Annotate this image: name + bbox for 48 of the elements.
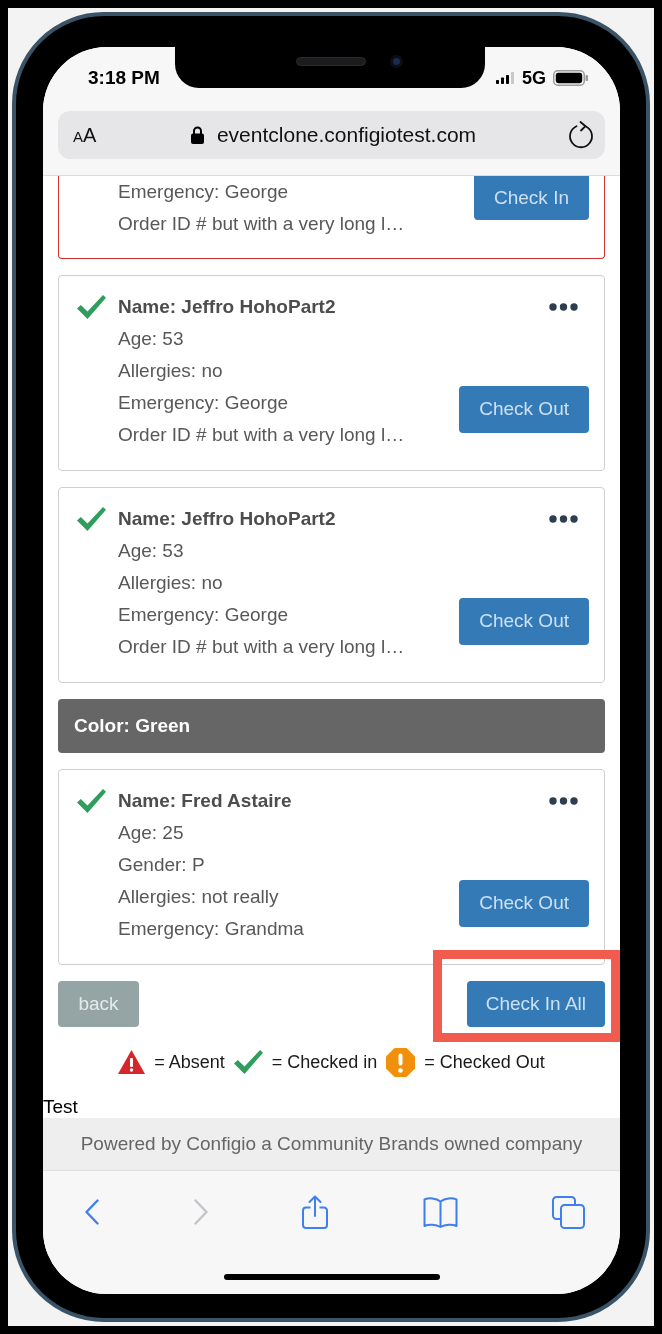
reload-icon[interactable] [568, 121, 594, 149]
attendee-detail: Emergency: George [118, 391, 290, 415]
warning-icon [118, 1050, 146, 1074]
attendee-detail: Age: 53 [118, 539, 185, 563]
powered-by-footer: Powered by Configio a Community Brands owned company [43, 1118, 620, 1170]
address-bar[interactable]: AA eventclone.configiotest.com [58, 111, 605, 159]
more-icon[interactable] [549, 303, 578, 311]
card-action-button[interactable]: Check Out [459, 386, 589, 433]
book-icon[interactable] [422, 1196, 458, 1228]
url-text: eventclone.configiotest.com [216, 123, 477, 147]
attendee-detail: Emergency: George [118, 603, 290, 627]
alert-octagon-icon [386, 1047, 416, 1077]
attendee-detail: Age: 53 [118, 327, 185, 351]
back-icon[interactable] [85, 1199, 99, 1225]
check-icon [233, 1050, 263, 1074]
battery-icon [553, 70, 588, 86]
attendee-detail: Order ID # but with a very long l… [118, 423, 406, 447]
card-action-button[interactable]: Check Out [459, 598, 589, 645]
attendee-name: Name: Jeffro HohoPart2 [118, 295, 337, 319]
signal-icon [496, 72, 515, 84]
attendee-name: Name: Fred Astaire [118, 789, 293, 813]
check-in-all-button[interactable]: Check In All [466, 981, 605, 1027]
attendee-detail: Order ID # but with a very long l… [118, 212, 406, 236]
status-time: 3:18 PM [88, 68, 160, 88]
test-text: Test [43, 1096, 79, 1118]
card-action-button[interactable]: Check In [474, 176, 589, 220]
tabs-icon[interactable] [552, 1195, 585, 1229]
card-action-button[interactable]: Check Out [459, 880, 589, 927]
attendee-detail: Order ID # but with a very long l… [118, 635, 406, 659]
attendee-detail: Emergency: Grandma [118, 917, 305, 941]
attendee-detail: Age: 25 [118, 821, 185, 845]
legend-label: = Absent [154, 1050, 225, 1074]
group-header: Color: Green [58, 699, 605, 753]
text-size-button[interactable]: AA [73, 125, 99, 145]
legend-label: = Checked in [271, 1050, 378, 1074]
more-icon[interactable] [549, 797, 578, 805]
attendee-detail: Allergies: no [118, 359, 224, 383]
attendee-name: Name: Jeffro HohoPart2 [118, 507, 337, 531]
network-label: 5G [522, 68, 546, 88]
more-icon[interactable] [549, 515, 578, 523]
attendee-detail: Allergies: no [118, 571, 224, 595]
attendee-detail: Emergency: George [118, 180, 290, 204]
back-button[interactable]: back [58, 981, 139, 1027]
share-icon[interactable] [302, 1195, 328, 1229]
attendee-detail: Gender: P [118, 853, 206, 877]
lock-icon [190, 126, 204, 144]
legend-label: = Checked Out [424, 1050, 545, 1074]
attendee-detail: Allergies: not really [118, 885, 280, 909]
